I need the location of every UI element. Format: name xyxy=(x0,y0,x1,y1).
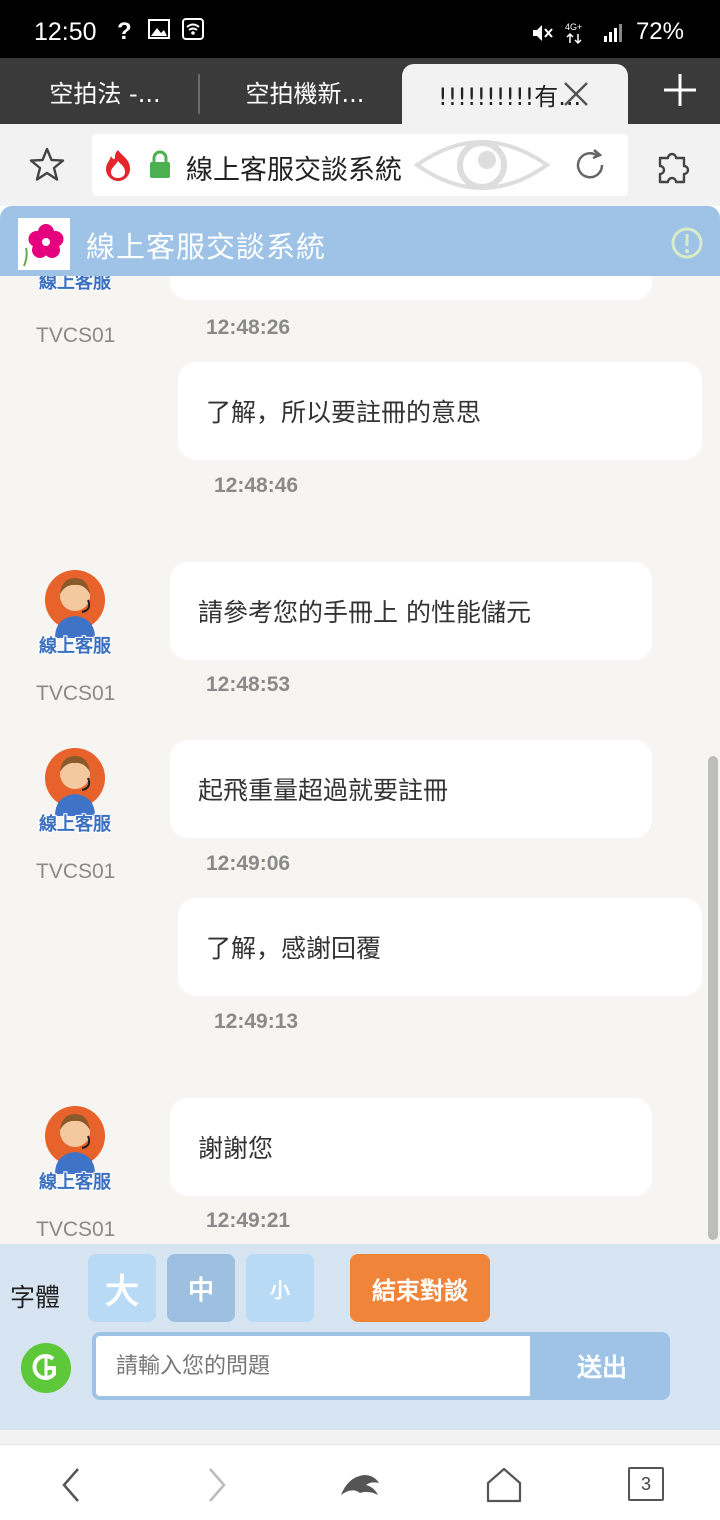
message-input[interactable] xyxy=(96,1336,530,1396)
tab-divider xyxy=(198,74,200,114)
message-time: 12:48:46 xyxy=(214,474,299,497)
message-time: 12:48:26 xyxy=(206,316,291,339)
agent-id: TVCS01 xyxy=(36,1218,116,1241)
avatar-label: 線上客服 xyxy=(39,276,111,293)
agent-avatar: 線上客服 xyxy=(32,744,118,836)
lock-icon xyxy=(148,150,172,180)
dolphin-icon[interactable] xyxy=(338,1465,382,1505)
chat-title: 線上客服交談系統 xyxy=(86,230,327,264)
message-time: 12:48:53 xyxy=(206,673,291,696)
avatar-label: 線上客服 xyxy=(39,814,111,835)
tab-count-button[interactable]: 3 xyxy=(628,1467,664,1501)
home-icon[interactable] xyxy=(484,1465,524,1505)
page-bottom-strip xyxy=(0,1430,720,1444)
message-bubble-agent xyxy=(170,276,652,300)
tab-active-label: !!!!!!!!!!有... xyxy=(438,82,582,111)
message-time: 12:49:21 xyxy=(206,1209,291,1232)
font-size-label: 字體 xyxy=(10,1283,61,1312)
back-arrow-icon[interactable] xyxy=(52,1465,92,1505)
question-icon: ? xyxy=(114,18,136,45)
chat-area[interactable]: 線上客服 12:48:26 TVCS01 了解，所以要註冊的意思 12:48:4… xyxy=(0,276,720,1244)
message-time: 12:49:13 xyxy=(214,1010,299,1033)
tab-strip: 空拍法 -... 空拍機新... !!!!!!!!!!有... xyxy=(0,58,720,124)
url-text: 線上客服交談系統 xyxy=(186,155,402,186)
agent-id: TVCS01 xyxy=(36,682,116,705)
agent-avatar-icon xyxy=(45,570,105,638)
font-large-button[interactable]: 大 xyxy=(88,1254,156,1322)
battery-level: 72% xyxy=(635,18,684,45)
end-chat-button[interactable]: 結束對談 xyxy=(350,1254,490,1322)
svg-text:4G+: 4G+ xyxy=(565,22,582,32)
message-input-wrap: 送出 xyxy=(92,1332,670,1400)
message-bubble-user: 了解，感謝回覆 xyxy=(178,898,702,996)
agent-avatar: 線上客服 xyxy=(32,1102,118,1194)
agent-avatar-icon xyxy=(45,1106,105,1174)
font-medium-button[interactable]: 中 xyxy=(167,1254,235,1322)
tab-2[interactable]: 空拍機新... xyxy=(215,58,395,124)
message-time: 12:49:06 xyxy=(206,852,291,875)
fire-logo-icon xyxy=(100,147,136,183)
signal-icon xyxy=(602,21,624,43)
tab-1[interactable]: 空拍法 -... xyxy=(30,58,180,124)
agent-id: TVCS01 xyxy=(36,860,116,883)
agent-id: TVCS01 xyxy=(36,324,116,347)
wifi-box-icon xyxy=(182,18,204,40)
network-icon: 4G+ xyxy=(564,21,590,45)
font-small-button[interactable]: 小 xyxy=(246,1254,314,1322)
reload-icon[interactable] xyxy=(572,147,608,183)
new-tab-icon[interactable] xyxy=(660,70,700,110)
message-bubble-user: 了解，所以要註冊的意思 xyxy=(178,362,702,460)
image-icon xyxy=(148,18,170,40)
bookmark-star-icon[interactable] xyxy=(28,146,66,184)
close-icon[interactable] xyxy=(562,80,590,108)
agent-avatar-icon xyxy=(45,748,105,816)
agent-avatar: 線上客服 xyxy=(32,276,118,294)
avatar-label: 線上客服 xyxy=(39,636,111,657)
message-bubble-agent: 起飛重量超過就要註冊 xyxy=(170,740,652,838)
chat-header: 線上客服交談系統 xyxy=(0,206,720,276)
eye-icon xyxy=(412,134,552,196)
info-icon[interactable] xyxy=(670,226,704,260)
address-bar: 線上客服交談系統 xyxy=(0,124,720,206)
tab-active[interactable]: !!!!!!!!!!有... xyxy=(402,64,628,124)
browser-nav-bar: 3 xyxy=(0,1444,720,1520)
send-button[interactable]: 送出 xyxy=(534,1332,670,1400)
mute-icon xyxy=(530,21,553,43)
avatar-label: 線上客服 xyxy=(39,1172,111,1193)
status-bar: 12:50 ? 4G+ 72% xyxy=(0,0,720,58)
svg-text:?: ? xyxy=(117,18,132,42)
forward-arrow-icon[interactable] xyxy=(196,1465,236,1505)
agent-avatar: 線上客服 xyxy=(32,566,118,658)
status-time: 12:50 xyxy=(34,18,97,46)
url-field[interactable]: 線上客服交談系統 xyxy=(92,134,628,196)
flower-logo-icon xyxy=(18,218,70,270)
g-logo-icon[interactable] xyxy=(20,1342,72,1394)
extension-puzzle-icon[interactable] xyxy=(654,146,694,186)
message-bubble-agent: 謝謝您 xyxy=(170,1098,652,1196)
scrollbar-thumb[interactable] xyxy=(708,756,718,1240)
chat-controls: 字體 大 中 小 結束對談 送出 xyxy=(0,1244,720,1430)
message-bubble-agent: 請參考您的手冊上 的性能儲元 xyxy=(170,562,652,660)
